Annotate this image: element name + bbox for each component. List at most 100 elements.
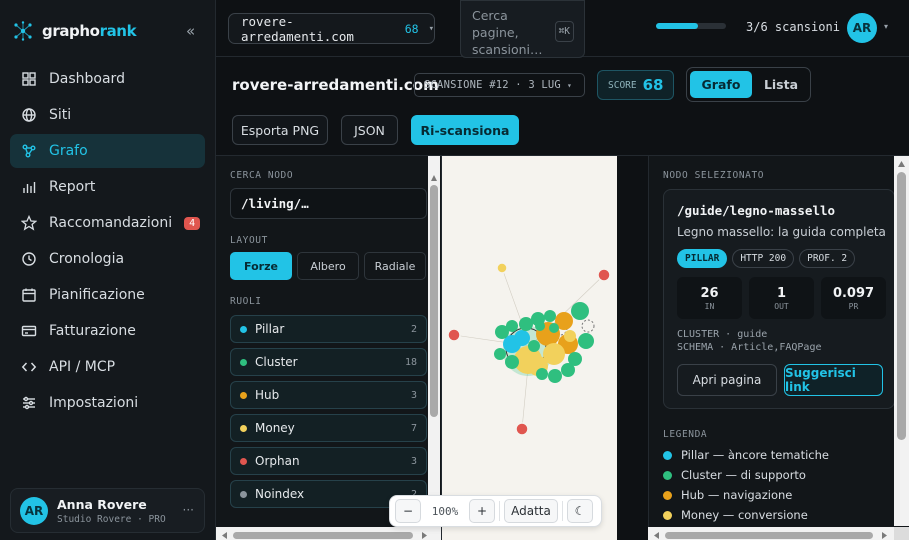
role-count: 3 bbox=[410, 455, 417, 467]
depth-tag: PROF. 2 bbox=[799, 249, 856, 268]
site-score: 68 bbox=[404, 21, 419, 36]
legend-label: LEGENDA bbox=[663, 429, 708, 440]
zoom-out-button[interactable]: − bbox=[395, 499, 421, 523]
more-options-icon[interactable]: ··· bbox=[183, 503, 194, 517]
role-filter-cluster[interactable]: Cluster 18 bbox=[230, 348, 427, 376]
collapse-sidebar-icon[interactable]: « bbox=[186, 22, 195, 40]
role-name: Orphan bbox=[255, 454, 300, 468]
role-name: Cluster bbox=[255, 355, 298, 369]
legend-item-hub: Hub — navigazione bbox=[663, 485, 829, 505]
json-button[interactable]: JSON bbox=[341, 115, 398, 145]
legend-color-dot bbox=[663, 490, 672, 500]
stat-pagerank: 0.097 PR bbox=[821, 277, 886, 319]
site-selector[interactable]: rovere-arredamenti.com 68 ▾ bbox=[228, 13, 435, 44]
grid-icon bbox=[21, 71, 37, 87]
topbar: rovere-arredamenti.com 68 ▾ Cerca pagine… bbox=[216, 0, 909, 58]
graph-node-money[interactable] bbox=[496, 262, 508, 274]
graph-svg[interactable] bbox=[442, 156, 617, 540]
sidebar-item-label: Pianificazione bbox=[49, 287, 145, 303]
detail-panel-scrollbar[interactable] bbox=[894, 156, 909, 526]
role-name: Noindex bbox=[255, 487, 305, 501]
graph-cluster[interactable] bbox=[494, 302, 595, 383]
sidebar-item-report[interactable]: Report bbox=[10, 170, 205, 204]
sidebar-item-cronologia[interactable]: Cronologia bbox=[10, 242, 205, 276]
role-filter-money[interactable]: Money 7 bbox=[230, 414, 427, 442]
sidebar-item-raccomandazioni[interactable]: Raccomandazioni 4 bbox=[10, 206, 205, 240]
legend-text: Pillar — àncore tematiche bbox=[681, 448, 829, 462]
stat-label: OUT bbox=[774, 301, 789, 311]
node-tags: PILLAR HTTP 200 PROF. 2 bbox=[677, 249, 856, 268]
layout-forze-button[interactable]: Forze bbox=[230, 252, 292, 280]
sidebar-item-label: Impostazioni bbox=[49, 395, 139, 411]
layout-label: LAYOUT bbox=[230, 235, 268, 246]
layout-albero-button[interactable]: Albero bbox=[297, 252, 359, 280]
card-icon bbox=[21, 323, 37, 339]
role-filter-orphan[interactable]: Orphan 3 bbox=[230, 447, 427, 475]
divider bbox=[562, 501, 563, 521]
role-count: 18 bbox=[404, 356, 417, 368]
sidebar-item-label: Dashboard bbox=[49, 71, 125, 87]
sidebar-item-fatturazione[interactable]: Fatturazione bbox=[10, 314, 205, 348]
filter-panel-scrollbar[interactable] bbox=[428, 156, 440, 526]
code-icon bbox=[21, 359, 37, 375]
sidebar-item-grafo[interactable]: Grafo bbox=[10, 134, 205, 168]
sliders-icon bbox=[21, 395, 37, 411]
rescan-button[interactable]: Ri-scansiona bbox=[411, 115, 519, 145]
clock-icon bbox=[21, 251, 37, 267]
graph-icon bbox=[21, 143, 37, 159]
view-graph-tab[interactable]: Grafo bbox=[690, 71, 752, 98]
scan-quota-text: 3/6 scansioni bbox=[746, 20, 840, 34]
sidebar-item-pianificazione[interactable]: Pianificazione bbox=[10, 278, 205, 312]
avatar: AR bbox=[20, 496, 48, 525]
global-search-input[interactable]: Cerca pagine, scansioni… ⌘K bbox=[460, 0, 585, 58]
graph-node-orphan[interactable] bbox=[515, 422, 529, 436]
role-count: 7 bbox=[410, 422, 417, 434]
chevron-down-icon[interactable]: ▾ bbox=[884, 22, 888, 31]
status-tag: HTTP 200 bbox=[732, 249, 795, 268]
user-plan: Studio Rovere · PRO bbox=[57, 513, 166, 525]
suggest-links-button[interactable]: Suggerisci link bbox=[784, 364, 883, 396]
fit-button[interactable]: Adatta bbox=[504, 499, 558, 523]
graph-node-orphan[interactable] bbox=[597, 268, 611, 282]
theme-toggle-icon[interactable]: ☾ bbox=[567, 499, 593, 523]
logo[interactable]: graphorank bbox=[12, 18, 137, 44]
search-node-input[interactable]: /living/… bbox=[230, 188, 427, 219]
role-count: 3 bbox=[410, 389, 417, 401]
sidebar-item-api-mcp[interactable]: API / MCP bbox=[10, 350, 205, 384]
graph-canvas[interactable] bbox=[441, 156, 617, 540]
cluster-line: CLUSTER · guide bbox=[677, 329, 768, 340]
sidebar-item-label: Siti bbox=[49, 107, 72, 123]
role-name: Hub bbox=[255, 388, 280, 402]
panel-gap bbox=[617, 156, 648, 540]
sidebar-nav: Dashboard Siti Grafo Report Raccomandazi… bbox=[10, 62, 205, 422]
export-png-button[interactable]: Esporta PNG bbox=[232, 115, 328, 145]
sidebar-item-impostazioni[interactable]: Impostazioni bbox=[10, 386, 205, 420]
score-badge: SCORE 68 bbox=[597, 70, 674, 100]
role-count: 2 bbox=[410, 323, 417, 335]
logo-graph-icon bbox=[14, 21, 32, 41]
sidebar-item-label: Raccomandazioni bbox=[49, 215, 173, 231]
layout-radiale-button[interactable]: Radiale bbox=[364, 252, 426, 280]
graph-node-orphan[interactable] bbox=[447, 328, 461, 342]
user-card[interactable]: AR Anna Rovere Studio Rovere · PRO ··· bbox=[10, 488, 205, 533]
scan-selector[interactable]: SCANSIONE #12 · 3 LUG ▾ bbox=[414, 73, 585, 97]
open-page-button[interactable]: Apri pagina bbox=[677, 364, 777, 396]
role-name: Pillar bbox=[255, 322, 285, 336]
schema-line: SCHEMA · Article,FAQPage bbox=[677, 342, 822, 353]
stat-inlinks: 26 IN bbox=[677, 277, 742, 319]
role-filter-hub[interactable]: Hub 3 bbox=[230, 381, 427, 409]
filter-panel: CERCA NODO /living/… LAYOUT Forze Albero… bbox=[216, 156, 441, 540]
sidebar-item-siti[interactable]: Siti bbox=[10, 98, 205, 132]
globe-icon bbox=[21, 107, 37, 123]
zoom-in-button[interactable]: + bbox=[469, 499, 495, 523]
sidebar-item-dashboard[interactable]: Dashboard bbox=[10, 62, 205, 96]
site-name: rovere-arredamenti.com bbox=[241, 13, 354, 44]
account-avatar[interactable]: AR bbox=[847, 13, 877, 43]
bar-chart-icon bbox=[21, 179, 37, 195]
view-list-tab[interactable]: Lista bbox=[756, 71, 806, 98]
stat-value: 1 bbox=[776, 285, 787, 301]
detail-panel-hscrollbar[interactable] bbox=[648, 527, 894, 540]
role-filter-pillar[interactable]: Pillar 2 bbox=[230, 315, 427, 343]
legend-text: Hub — navigazione bbox=[681, 488, 793, 502]
filter-panel-hscrollbar[interactable] bbox=[216, 527, 441, 540]
